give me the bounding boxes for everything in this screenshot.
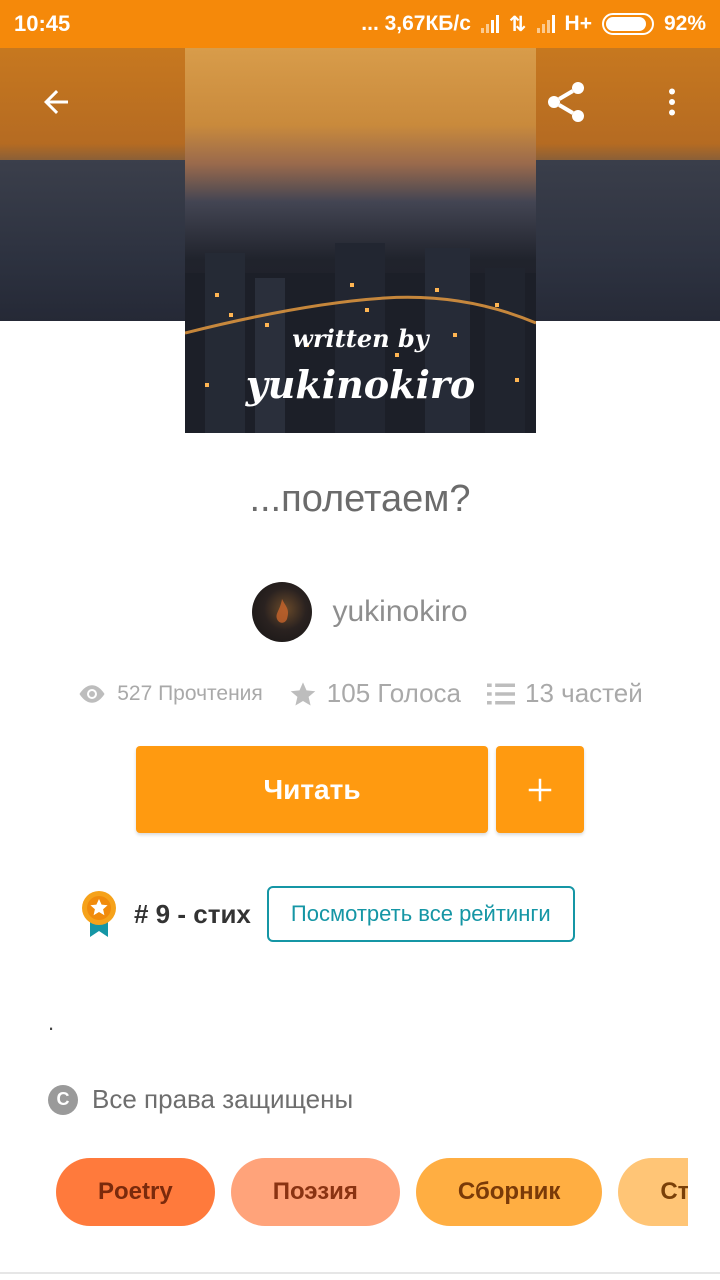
bottom-divider	[0, 1272, 720, 1274]
tag-list: Poetry Поэзия Сборник Стихи	[56, 1158, 688, 1226]
hero-blur-left	[0, 160, 186, 321]
status-right: ... 3,67КБ/с ⇅ H+ 92%	[361, 12, 706, 37]
status-time: 10:45	[14, 11, 71, 36]
story-description: .	[48, 1010, 55, 1035]
plus-icon	[528, 778, 552, 801]
more-vertical-icon	[669, 88, 675, 116]
medal-icon	[82, 891, 116, 937]
more-button[interactable]	[642, 72, 702, 132]
network-type: H+	[564, 12, 592, 35]
avatar[interactable]	[252, 582, 313, 642]
book-cover[interactable]: written by yukinokiro	[185, 48, 536, 433]
read-button[interactable]: Читать	[136, 746, 488, 833]
hero-blur-right	[534, 160, 720, 321]
battery-icon	[601, 13, 654, 35]
story-title: ...полетаем?	[249, 478, 471, 520]
avatar-flame-icon	[277, 599, 289, 623]
share-icon	[548, 82, 584, 122]
votes-stat: 105 Голоса	[289, 678, 461, 709]
votes-count: 105 Голоса	[326, 678, 462, 708]
tag-item[interactable]: Стихи	[618, 1158, 688, 1226]
arrow-left-icon	[44, 90, 68, 114]
parts-count: 13 частей	[525, 678, 643, 708]
story-stats: 527 Прочтения 105 Голоса 13 частей	[0, 678, 720, 709]
eye-icon	[79, 684, 105, 703]
reads-count: 527 Прочтения	[117, 681, 263, 705]
author-row[interactable]: yukinokiro	[0, 582, 720, 642]
signal-icon	[480, 15, 499, 33]
view-all-rankings-button[interactable]: Посмотреть все рейтинги	[266, 886, 575, 942]
cover-line-1: written by	[292, 324, 429, 353]
status-bar: 10:45 ... 3,67КБ/с ⇅ H+ 92%	[0, 0, 720, 48]
copyright-text: Все права защищены	[92, 1084, 354, 1114]
ranking-text: # 9 - стих	[134, 898, 251, 929]
data-transfer-icon: ⇅	[508, 12, 527, 36]
tag-item[interactable]: Poetry	[56, 1158, 215, 1226]
ranking-row: # 9 - стих Посмотреть все рейтинги	[80, 886, 575, 942]
parts-stat: 13 частей	[487, 678, 643, 709]
tag-item[interactable]: Поэзия	[230, 1158, 400, 1226]
network-speed: ... 3,67КБ/с	[361, 12, 471, 35]
copyright-icon: C	[48, 1084, 78, 1115]
copyright-row: C Все права защищены	[48, 1084, 353, 1115]
battery-percent: 92%	[663, 12, 706, 35]
signal-2-icon	[536, 15, 555, 33]
tag-item[interactable]: Сборник	[415, 1158, 603, 1226]
author-name[interactable]: yukinokiro	[332, 595, 467, 629]
back-button[interactable]	[26, 72, 86, 132]
list-icon	[487, 683, 516, 704]
reads-stat: 527 Прочтения	[77, 682, 263, 706]
add-to-library-button[interactable]	[496, 746, 584, 833]
cover-line-2: yukinokiro	[245, 362, 476, 407]
star-icon	[290, 681, 316, 706]
share-button[interactable]	[536, 72, 596, 132]
